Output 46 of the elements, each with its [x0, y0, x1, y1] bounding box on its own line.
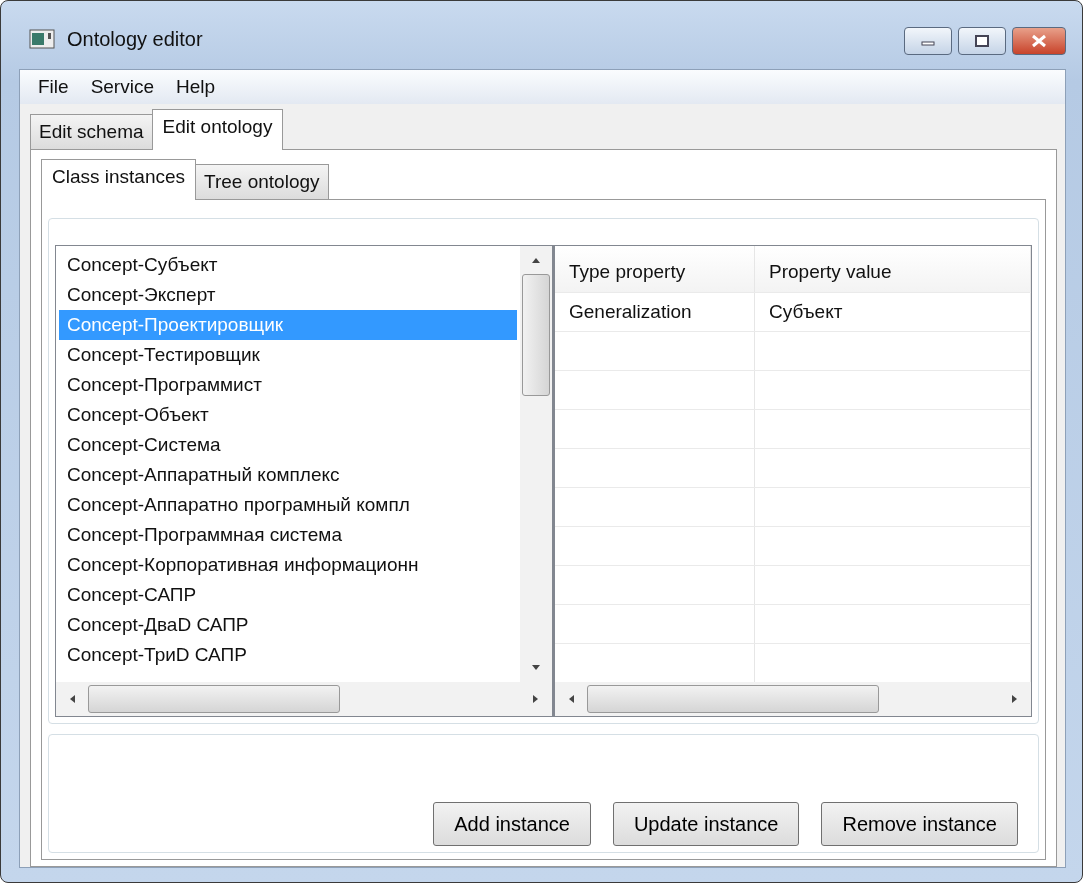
maximize-button[interactable] — [958, 27, 1006, 55]
tab[interactable]: Tree ontology — [195, 164, 329, 199]
left-arrow-icon — [68, 694, 76, 704]
tab[interactable]: Class instances — [41, 159, 197, 200]
table-cell: Generalization — [555, 293, 755, 331]
table-cell: Субъект — [755, 293, 1031, 331]
app-icon — [29, 29, 55, 49]
vertical-scrollbar[interactable] — [520, 246, 552, 682]
list-item[interactable]: Concept-Программная система — [59, 520, 517, 550]
window-title: Ontology editor — [67, 27, 203, 51]
list-item[interactable]: Concept-ДваD САПР — [59, 610, 517, 640]
menu-item[interactable]: Help — [176, 74, 216, 100]
maximize-icon — [974, 34, 990, 48]
right-arrow-icon — [1011, 694, 1019, 704]
down-arrow-icon — [531, 664, 541, 672]
left-arrow-icon — [567, 694, 575, 704]
close-button[interactable] — [1012, 27, 1066, 55]
horizontal-scrollbar[interactable] — [555, 682, 1031, 716]
list-item[interactable]: Concept-Аппаратный комплекс — [59, 460, 517, 490]
scroll-thumb[interactable] — [88, 685, 340, 713]
list-item[interactable]: Concept-САПР — [59, 580, 517, 610]
scroll-thumb[interactable] — [522, 274, 550, 396]
horizontal-scrollbar[interactable] — [56, 682, 552, 716]
menu-item[interactable]: File — [38, 74, 69, 100]
list-item[interactable]: Concept-Субъект — [59, 250, 517, 280]
right-arrow-icon — [532, 694, 540, 704]
up-arrow-icon — [531, 256, 541, 264]
list-item[interactable]: Concept-Программист — [59, 370, 517, 400]
column-header[interactable]: Type property — [555, 246, 755, 292]
list-item[interactable]: Concept-Эксперт — [59, 280, 517, 310]
tab[interactable]: Edit schema — [30, 114, 153, 149]
list-item[interactable]: Concept-Объект — [59, 400, 517, 430]
tab[interactable]: Edit ontology — [151, 109, 284, 150]
list-item[interactable]: Concept-Аппаратно програмный компл — [59, 490, 517, 520]
minimize-button[interactable] — [904, 27, 952, 55]
action-button[interactable]: Update instance — [612, 802, 800, 846]
scroll-thumb[interactable] — [587, 685, 879, 713]
column-header[interactable]: Property value — [755, 246, 1031, 292]
menu-item[interactable]: Service — [90, 74, 154, 100]
action-button[interactable]: Remove instance — [821, 802, 1018, 846]
list-item[interactable]: Concept-ТриD САПР — [59, 640, 517, 670]
list-item[interactable]: Concept-Корпоративная информационн — [59, 550, 517, 580]
action-button[interactable]: Add instance — [433, 802, 591, 846]
list-item[interactable]: Concept-Система — [59, 430, 517, 460]
list-item[interactable]: Concept-Тестировщик — [59, 340, 517, 370]
close-icon — [1030, 34, 1048, 48]
